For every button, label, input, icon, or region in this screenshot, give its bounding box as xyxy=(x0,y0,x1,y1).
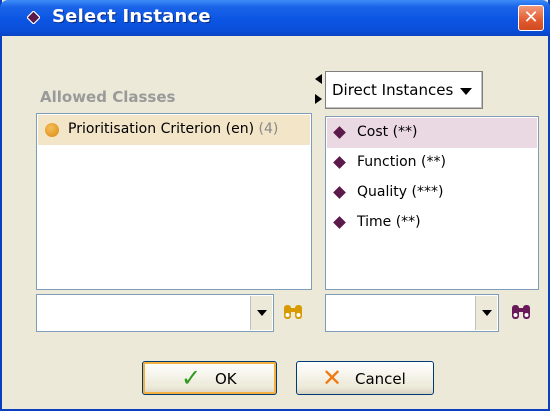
instance-diamond-icon xyxy=(27,11,40,24)
close-icon: ✕ xyxy=(523,7,539,28)
instance-list-item[interactable]: Time (**) xyxy=(327,208,537,238)
allowed-classes-heading: Allowed Classes xyxy=(40,88,176,106)
instance-list-item[interactable]: Cost (**) xyxy=(327,118,537,148)
chevron-down-icon[interactable] xyxy=(475,296,497,330)
allowed-classes-list[interactable]: Prioritisation Criterion (en) (4) xyxy=(36,113,312,290)
dropdown-caret-icon xyxy=(460,88,472,95)
cancel-button[interactable]: ✕ Cancel xyxy=(296,361,434,395)
cancel-label: Cancel xyxy=(355,370,406,388)
instance-label: Function (**) xyxy=(357,154,446,170)
orange-class-dot-icon xyxy=(45,123,59,137)
binoculars-search-icon[interactable] xyxy=(510,302,532,322)
instance-diamond-icon xyxy=(333,126,346,139)
instance-label: Cost (**) xyxy=(357,124,418,140)
cross-icon: ✕ xyxy=(322,364,343,392)
instance-label: Time (**) xyxy=(357,214,421,230)
close-button[interactable]: ✕ xyxy=(518,5,544,31)
select-instance-dialog: Select Instance ✕ Allowed Classes Priori… xyxy=(0,0,550,411)
instance-view-selector[interactable]: Direct Instances xyxy=(325,71,483,109)
dialog-title: Select Instance xyxy=(52,6,211,27)
title-bar[interactable]: Select Instance ✕ xyxy=(0,0,550,36)
ok-label: OK xyxy=(215,370,237,388)
checkmark-icon: ✓ xyxy=(181,364,202,392)
ok-button[interactable]: ✓ OK xyxy=(142,361,277,395)
instance-diamond-icon xyxy=(333,216,346,229)
class-instance-count: (4) xyxy=(258,121,279,137)
instance-list-item[interactable]: Quality (***) xyxy=(327,178,537,208)
class-label: Prioritisation Criterion (en) xyxy=(68,121,255,137)
class-search-combo[interactable] xyxy=(36,294,274,332)
class-list-item[interactable]: Prioritisation Criterion (en) (4) xyxy=(38,115,310,145)
binoculars-search-icon[interactable] xyxy=(282,302,304,322)
instance-view-selected: Direct Instances xyxy=(332,81,454,99)
instance-list-item[interactable]: Function (**) xyxy=(327,148,537,178)
instance-diamond-icon xyxy=(333,186,346,199)
instance-label: Quality (***) xyxy=(357,184,444,200)
instance-search-combo[interactable] xyxy=(325,294,499,332)
collapse-right-arrow-icon[interactable] xyxy=(315,94,322,104)
instance-diamond-icon xyxy=(333,156,346,169)
collapse-left-arrow-icon[interactable] xyxy=(315,74,322,84)
panel-splitter[interactable] xyxy=(314,72,324,112)
chevron-down-icon[interactable] xyxy=(250,296,272,330)
instances-list[interactable]: Cost (**) Function (**) Quality (***) Ti… xyxy=(325,116,539,290)
